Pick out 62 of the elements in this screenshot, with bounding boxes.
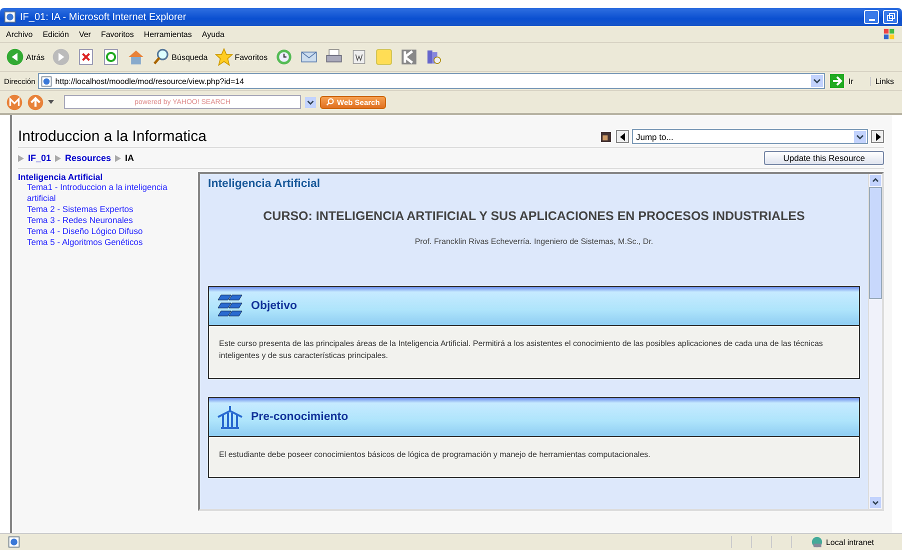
minimize-icon: [868, 18, 874, 20]
page-icon: [41, 76, 52, 86]
toolbar-button[interactable]: Atrás: [4, 48, 47, 66]
menu-item[interactable]: Archivo: [6, 30, 33, 38]
next-button[interactable]: [871, 130, 884, 143]
frame-heading: Inteligencia Artificial: [208, 178, 322, 190]
go-button[interactable]: Ir: [828, 74, 868, 88]
menu-item[interactable]: Edición: [42, 30, 69, 38]
sidebar-heading[interactable]: Inteligencia Artificial: [18, 172, 198, 182]
breadcrumb-link[interactable]: IF_01: [28, 153, 52, 163]
section-text: Este curso presenta de las principales áreas de la Inteligencia Artificial. Permitirá a los asistentes el conocimiento de las posibles aplicaciones de cada una de las técnicas inteligentes y de sus características principales.: [219, 339, 823, 360]
separator-icon: [55, 154, 62, 162]
previous-button[interactable]: [616, 130, 629, 143]
jump-to-select[interactable]: Jump to...: [632, 129, 868, 144]
breadcrumb-link[interactable]: Resources: [65, 153, 112, 163]
restore-icon: [886, 12, 896, 22]
zone-label: Local intranet: [826, 538, 875, 546]
sidebar-link[interactable]: Tema 5 - Algoritmos Genéticos: [18, 237, 198, 248]
toolbar-button[interactable]: Búsqueda: [150, 48, 210, 66]
building-icon: [217, 405, 243, 429]
menu-item[interactable]: Ayuda: [202, 30, 224, 38]
section-text: El estudiante debe poseer conocimientos básicos de lógica de programación y manejo de herramientas computacionales.: [219, 450, 650, 459]
chevrons-icon: [217, 294, 243, 318]
course-heading: CURSO: INTELIGENCIA ARTIFICIAL Y SUS APLICACIONES EN PROCESOS INDUSTRIALES: [262, 209, 806, 223]
scrollbar[interactable]: [868, 174, 882, 509]
separator-icon: [115, 154, 122, 162]
update-resource-button[interactable]: Update this Resource: [764, 151, 884, 165]
address-field[interactable]: http://localhost/moodle/mod/resource/view.php?id=14: [38, 73, 826, 89]
scroll-down-icon[interactable]: [870, 497, 881, 508]
window-title: IF_01: IA - Microsoft Internet Explorer: [20, 12, 186, 22]
separator-icon: [18, 154, 24, 162]
sidebar-link[interactable]: Tema 2 - Sistemas Expertos: [18, 204, 198, 215]
globe-icon: [810, 536, 823, 548]
menu-item[interactable]: Ver: [78, 30, 91, 38]
restore-button[interactable]: [883, 10, 898, 24]
sidebar-link[interactable]: Tema 3 - Redes Neuronales: [18, 215, 198, 226]
star-icon: [214, 48, 233, 66]
section-title: Pre-conocimiento: [251, 411, 348, 423]
minimize-button[interactable]: [864, 10, 879, 24]
links-button[interactable]: Links: [870, 76, 898, 86]
menu-item[interactable]: Herramientas: [144, 30, 192, 38]
search-icon: [326, 98, 334, 106]
arrow-icon: [830, 74, 844, 88]
back-icon: [6, 48, 24, 66]
up-arrow-icon[interactable]: [27, 94, 44, 110]
search-icon: [152, 48, 170, 66]
m-logo-icon[interactable]: [6, 94, 23, 110]
scroll-up-icon[interactable]: [870, 175, 881, 186]
caret-icon[interactable]: [48, 100, 54, 104]
right-triangle-icon: [874, 132, 882, 140]
section-title: Objetivo: [251, 300, 298, 312]
page-icon: [4, 11, 16, 23]
sidebar-link[interactable]: Tema1 - Introduccion a la inteligencia artificial: [18, 182, 198, 204]
sidebar-link[interactable]: Tema 4 - Diseño Lógico Difuso: [18, 226, 198, 237]
left-triangle-icon: [618, 132, 626, 140]
course-title: Introduccion a la Informatica: [18, 128, 206, 145]
author-text: Prof. Francklin Rivas Echeverría. Ingeniero de Sistemas, M.Sc., Dr.: [414, 237, 654, 246]
page-icon: [8, 536, 20, 548]
navigation-icon[interactable]: [601, 132, 611, 142]
toolbar-button[interactable]: Favoritos: [212, 48, 270, 66]
windows-logo-icon: [883, 28, 896, 40]
menu-item[interactable]: Favoritos: [100, 30, 134, 38]
